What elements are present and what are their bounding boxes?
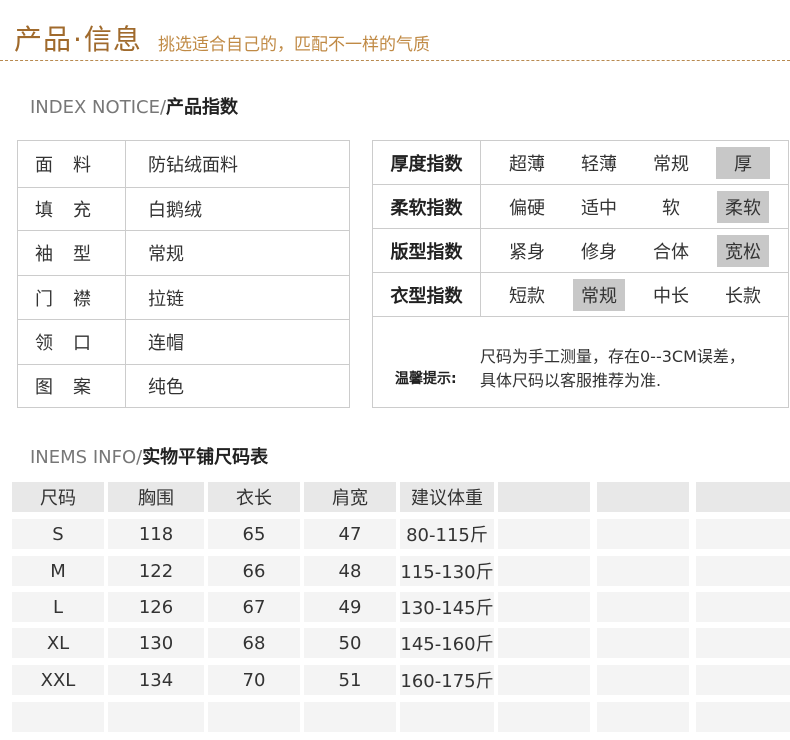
size-cell-empty <box>696 665 790 695</box>
size-cell-empty <box>597 592 689 622</box>
size-cell-empty <box>304 702 396 732</box>
size-cell-empty <box>597 628 689 658</box>
size-header-cell: 建议体重 <box>400 482 494 512</box>
size-cell: 145-160斤 <box>400 628 494 658</box>
size-cell: 48 <box>304 556 396 586</box>
size-header-cell: 肩宽 <box>304 482 396 512</box>
size-table: 尺码 胸围 衣长 肩宽 建议体重 S 118 65 47 80-115斤 M 1… <box>0 0 790 740</box>
size-cell: M <box>12 556 104 586</box>
size-cell-empty <box>498 519 590 549</box>
size-header-empty <box>696 482 790 512</box>
size-cell: L <box>12 592 104 622</box>
size-cell: 160-175斤 <box>400 665 494 695</box>
size-header-empty <box>597 482 689 512</box>
size-cell: 65 <box>208 519 300 549</box>
size-cell: 49 <box>304 592 396 622</box>
size-cell-empty <box>108 702 204 732</box>
size-cell: 118 <box>108 519 204 549</box>
size-cell: 130-145斤 <box>400 592 494 622</box>
size-cell-empty <box>498 592 590 622</box>
size-header-cell: 衣长 <box>208 482 300 512</box>
size-cell-empty <box>597 556 689 586</box>
size-cell-empty <box>498 628 590 658</box>
size-cell: S <box>12 519 104 549</box>
size-cell-empty <box>696 556 790 586</box>
size-cell: 70 <box>208 665 300 695</box>
size-cell-empty <box>696 628 790 658</box>
size-cell-empty <box>597 702 689 732</box>
size-cell: 115-130斤 <box>400 556 494 586</box>
size-header-cell: 尺码 <box>12 482 104 512</box>
size-cell-empty <box>696 702 790 732</box>
size-cell: 130 <box>108 628 204 658</box>
size-cell-empty <box>696 592 790 622</box>
size-cell: XL <box>12 628 104 658</box>
size-cell: 134 <box>108 665 204 695</box>
size-cell: 50 <box>304 628 396 658</box>
size-cell: 80-115斤 <box>400 519 494 549</box>
size-header-cell: 胸围 <box>108 482 204 512</box>
size-cell-empty <box>498 665 590 695</box>
size-cell: XXL <box>12 665 104 695</box>
size-cell: 68 <box>208 628 300 658</box>
size-header-empty <box>498 482 590 512</box>
size-cell-empty <box>597 519 689 549</box>
size-cell: 66 <box>208 556 300 586</box>
size-cell: 47 <box>304 519 396 549</box>
size-cell: 126 <box>108 592 204 622</box>
size-cell: 122 <box>108 556 204 586</box>
size-cell-empty <box>498 556 590 586</box>
size-cell-empty <box>696 519 790 549</box>
size-cell-empty <box>400 702 494 732</box>
size-cell: 67 <box>208 592 300 622</box>
size-cell-empty <box>597 665 689 695</box>
size-cell-empty <box>12 702 104 732</box>
size-cell-empty <box>498 702 590 732</box>
size-cell: 51 <box>304 665 396 695</box>
size-cell-empty <box>208 702 300 732</box>
